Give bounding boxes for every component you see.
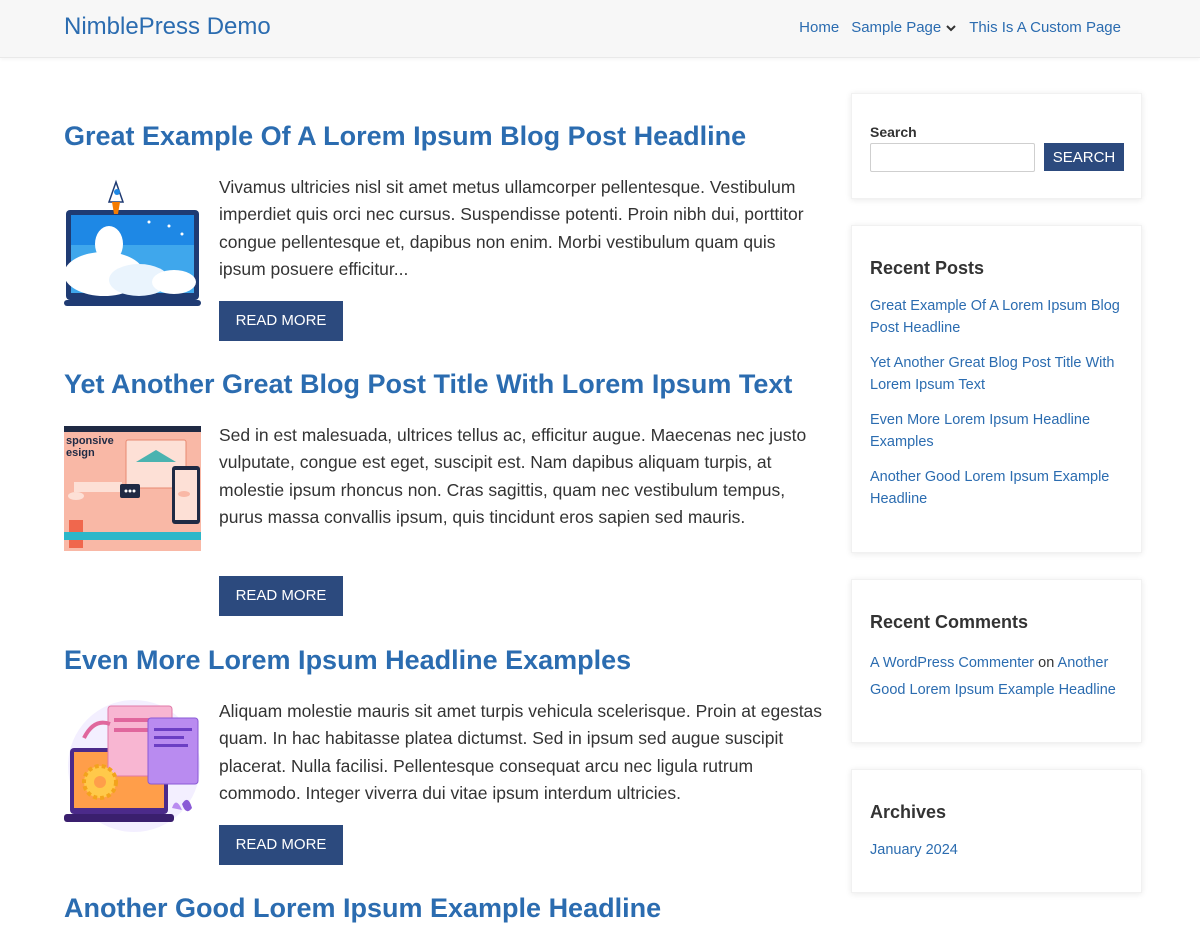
nav-item-home[interactable]: Home: [799, 19, 839, 36]
archives-widget: Archives January 2024: [851, 769, 1142, 893]
post-item: Yet Another Great Blog Post Title With L…: [64, 366, 824, 642]
widget-title: Recent Posts: [870, 258, 985, 278]
rocket-laptop-thumbnail[interactable]: [64, 174, 201, 311]
post-title[interactable]: Great Example Of A Lorem Ipsum Blog Post…: [64, 121, 746, 151]
read-more-button[interactable]: READ MORE: [219, 825, 343, 865]
post-body: sponsive esign Sed in est malesuada, ult…: [64, 422, 824, 632]
recent-post-link-text[interactable]: Great Example Of A Lorem Ipsum Blog Post…: [870, 298, 1120, 336]
nav-item-sample-page[interactable]: Sample Page: [851, 19, 957, 36]
nav-item-sample-page-label: Sample Page: [851, 19, 942, 36]
comment-author-link[interactable]: A WordPress Commenter: [870, 655, 1034, 671]
widget-title: Recent Comments: [870, 612, 1029, 632]
post-item: Even More Lorem Ipsum Headline Examples: [64, 642, 824, 890]
read-more-button[interactable]: READ MORE: [219, 301, 343, 341]
svg-text:sponsive: sponsive: [66, 435, 114, 447]
recent-post-link[interactable]: Yet Another Great Blog Post Title With L…: [870, 352, 1130, 396]
site-title[interactable]: NimblePress Demo: [64, 13, 271, 41]
web-development-thumbnail[interactable]: [64, 698, 201, 835]
post-item: Another Good Lorem Ipsum Example Headlin…: [64, 890, 824, 926]
post-excerpt: Aliquam molestie mauris sit amet turpis …: [219, 701, 823, 803]
post-body: Vivamus ultricies nisl sit amet metus ul…: [64, 174, 824, 344]
recent-post-link[interactable]: Great Example Of A Lorem Ipsum Blog Post…: [870, 295, 1130, 339]
svg-text:esign: esign: [66, 447, 95, 459]
search-input[interactable]: [870, 143, 1035, 172]
widget-title: Archives: [870, 802, 947, 822]
main-nav: Home Sample Page This Is A Custom Page: [787, 19, 1121, 36]
search-label: Search: [870, 124, 917, 140]
post-title[interactable]: Another Good Lorem Ipsum Example Headlin…: [64, 893, 661, 923]
recent-comment: A WordPress Commenter on Another Good Lo…: [870, 650, 1130, 703]
read-more-button[interactable]: READ MORE: [219, 576, 343, 616]
post-list: Great Example Of A Lorem Ipsum Blog Post…: [64, 118, 824, 926]
site-header: NimblePress Demo Home Sample Page This I…: [0, 0, 1200, 58]
search-button[interactable]: SEARCH: [1044, 143, 1124, 171]
recent-post-link-text[interactable]: Another Good Lorem Ipsum Example Headlin…: [870, 469, 1109, 507]
chevron-down-icon[interactable]: [945, 22, 957, 34]
post-title[interactable]: Yet Another Great Blog Post Title With L…: [64, 369, 792, 399]
comment-on-text: on: [1038, 655, 1055, 671]
search-widget: Search SEARCH: [851, 93, 1142, 199]
nav-item-custom-page[interactable]: This Is A Custom Page: [969, 19, 1121, 36]
recent-post-link[interactable]: Another Good Lorem Ipsum Example Headlin…: [870, 466, 1130, 510]
responsive-design-thumbnail[interactable]: sponsive esign: [64, 422, 201, 559]
recent-posts-widget: Recent Posts Great Example Of A Lorem Ip…: [851, 225, 1142, 553]
post-excerpt: Sed in est malesuada, ultrices tellus ac…: [219, 425, 807, 527]
post-item: Great Example Of A Lorem Ipsum Blog Post…: [64, 118, 824, 366]
recent-posts-list: Great Example Of A Lorem Ipsum Blog Post…: [870, 295, 1130, 523]
recent-post-link[interactable]: Even More Lorem Ipsum Headline Examples: [870, 409, 1130, 453]
post-body: Aliquam molestie mauris sit amet turpis …: [64, 698, 824, 868]
post-title[interactable]: Even More Lorem Ipsum Headline Examples: [64, 645, 631, 675]
recent-post-link-text[interactable]: Even More Lorem Ipsum Headline Examples: [870, 412, 1090, 450]
archive-link[interactable]: January 2024: [870, 842, 958, 858]
post-excerpt: Vivamus ultricies nisl sit amet metus ul…: [219, 177, 804, 279]
recent-post-link-text[interactable]: Yet Another Great Blog Post Title With L…: [870, 355, 1114, 393]
recent-comments-widget: Recent Comments A WordPress Commenter on…: [851, 579, 1142, 743]
